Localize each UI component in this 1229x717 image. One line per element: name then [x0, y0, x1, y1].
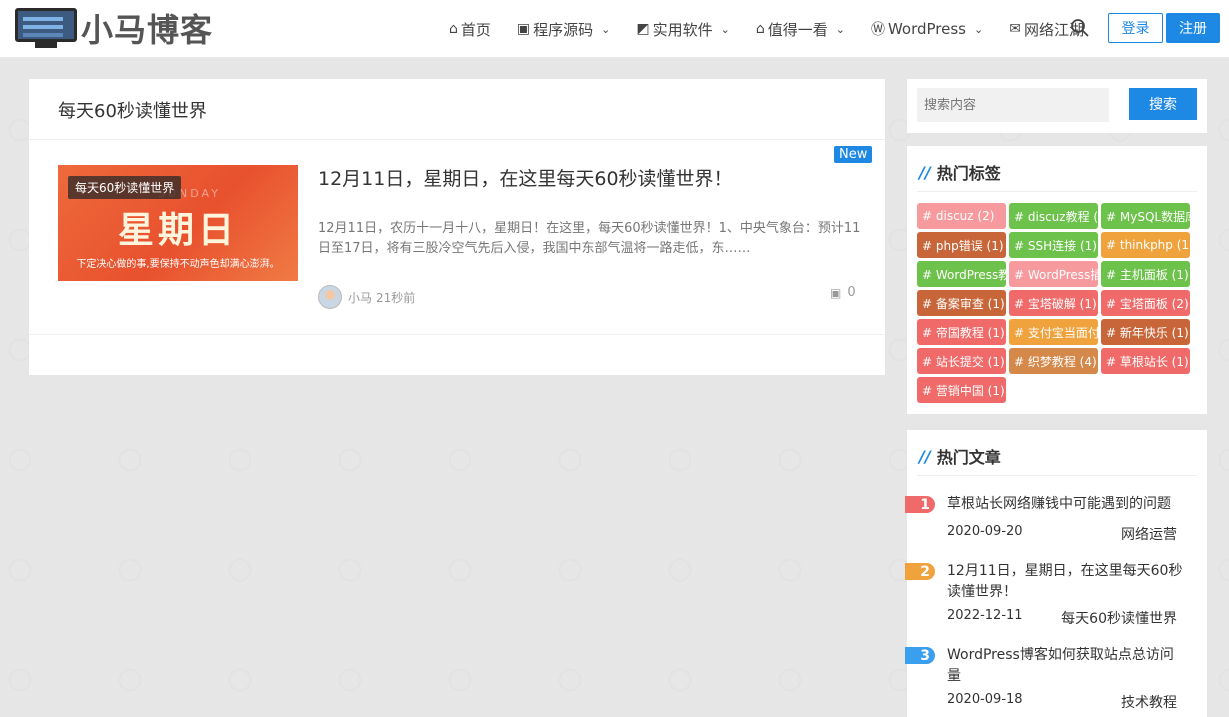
app-icon: ◩ [636, 21, 650, 37]
hot-article-title[interactable]: 12月11日，星期日，在这里每天60秒读懂世界！ [947, 561, 1187, 603]
post-card: New SUNDAY 星期日 下定决心做的事,要保持不动声色却满心澎湃。 每天6… [29, 140, 885, 335]
chevron-down-icon: ⌄ [835, 22, 845, 36]
tag-item[interactable]: # WordPress插件 (1) [1009, 261, 1098, 287]
main-nav: ⌂ 首页 ▣ 程序源码 ⌄ ◩ 实用软件 ⌄ ⌂ 值得一看 ⌄ Ⓦ WordPr… [449, 0, 1110, 58]
chevron-down-icon: ⌄ [601, 22, 611, 36]
nav-label: 程序源码 [533, 20, 594, 39]
tag-cloud: # discuz (2)# discuz教程 (1)# MySQL数据库 (1)… [917, 203, 1207, 406]
tag-item[interactable]: # 主机面板 (1) [1101, 261, 1190, 287]
widget-title-text: 热门标签 [936, 164, 1001, 183]
new-badge: New [834, 146, 873, 163]
tag-item[interactable]: # 织梦教程 (4) [1009, 348, 1098, 374]
slash-decoration: // [919, 446, 931, 466]
building-icon: ⌂ [755, 21, 765, 37]
comment-count[interactable]: ▣ 0 [830, 285, 856, 300]
widget-title-text: 热门文章 [936, 448, 1001, 467]
tag-item[interactable]: # MySQL数据库 (1) [1101, 203, 1190, 229]
tag-item[interactable]: # 宝塔面板 (2) [1101, 290, 1190, 316]
tag-item[interactable]: # 备案审查 (1) [917, 290, 1006, 316]
hot-tags-widget: // 热门标签 # discuz (2)# discuz教程 (1)# MySQ… [907, 146, 1207, 414]
tag-item[interactable]: # SSH连接 (1) [1009, 232, 1098, 258]
register-button[interactable]: 注册 [1166, 13, 1220, 43]
nav-item-home[interactable]: ⌂ 首页 [449, 19, 491, 40]
comment-icon: ▣ [830, 285, 842, 300]
hot-article-category[interactable]: 每天60秒读懂世界 [1061, 608, 1177, 628]
widget-title: // 热门标签 [919, 160, 1001, 184]
nav-item-worth-seeing[interactable]: ⌂ 值得一看 ⌄ [756, 19, 845, 40]
page-title: 每天60秒读懂世界 [58, 101, 207, 122]
rank-badge: 2 [905, 563, 935, 580]
tag-item[interactable]: # thinkphp (1) [1101, 232, 1190, 258]
monitor-logo-icon [15, 8, 77, 48]
thumbnail-headline: 星期日 [117, 210, 238, 251]
chevron-down-icon: ⌄ [974, 22, 984, 36]
hot-article-date: 2022-12-11 [947, 608, 1023, 623]
tag-item[interactable]: # discuz (2) [917, 203, 1006, 229]
hot-articles-widget: // 热门文章 1 草根站长网络赚钱中可能遇到的问题 2020-09-20 网络… [905, 430, 1207, 717]
divider [917, 475, 1197, 476]
nav-item-source-code[interactable]: ▣ 程序源码 ⌄ [517, 19, 610, 40]
logo-text: 小马博客 [81, 11, 214, 49]
hot-article-date: 2020-09-18 [947, 692, 1023, 707]
chevron-down-icon: ⌄ [720, 22, 730, 36]
tag-item[interactable]: # 营销中国 (1) [917, 377, 1006, 403]
post-meta: 小马 21秒前 [318, 285, 415, 309]
tag-item[interactable]: # 支付宝当面付 (1) [1009, 319, 1098, 345]
rank-badge: 3 [905, 647, 935, 664]
hot-article-title[interactable]: 草根站长网络赚钱中可能遇到的问题 [947, 494, 1187, 515]
hot-article-category[interactable]: 网络运营 [1121, 524, 1177, 544]
nav-item-software[interactable]: ◩ 实用软件 ⌄ [636, 19, 729, 40]
comment-count-value: 0 [847, 285, 856, 300]
nav-item-wordpress[interactable]: Ⓦ WordPress ⌄ [871, 19, 983, 39]
wechat-icon: ✉ [1009, 21, 1021, 37]
tag-item[interactable]: # 草根站长 (1) [1101, 348, 1190, 374]
search-icon[interactable] [1070, 18, 1090, 38]
slash-decoration: // [919, 162, 931, 182]
login-button[interactable]: 登录 [1108, 13, 1163, 43]
nav-label: 首页 [460, 20, 491, 39]
hot-article-category[interactable]: 技术教程 [1121, 692, 1177, 712]
search-input[interactable] [917, 88, 1109, 122]
nav-label: 值得一看 [767, 20, 828, 39]
search-button[interactable]: 搜索 [1129, 88, 1197, 120]
wordpress-icon: Ⓦ [870, 22, 885, 38]
author-name[interactable]: 小马 [348, 289, 372, 306]
site-header: 小马博客 ⌂ 首页 ▣ 程序源码 ⌄ ◩ 实用软件 ⌄ ⌂ 值得一看 ⌄ Ⓦ W… [0, 0, 1229, 58]
home-icon: ⌂ [449, 21, 458, 37]
main-content: 每天60秒读懂世界 New SUNDAY 星期日 下定决心做的事,要保持不动声色… [29, 79, 885, 375]
tag-item[interactable]: # WordPress教程 (1) [917, 261, 1006, 287]
nav-label: WordPress [887, 20, 967, 38]
hot-article-date: 2020-09-20 [947, 524, 1023, 539]
tag-item[interactable]: # php错误 (1) [917, 232, 1006, 258]
site-logo[interactable]: 小马博客 [15, 6, 213, 50]
divider [917, 191, 1197, 192]
post-excerpt: 12月11日，农历十一月十八，星期日！在这里，每天60秒读懂世界！1、中央气象台… [318, 221, 861, 256]
tag-item[interactable]: # discuz教程 (1) [1009, 203, 1098, 229]
widget-title: // 热门文章 [919, 444, 1001, 468]
rank-badge: 1 [905, 496, 935, 513]
tag-item[interactable]: # 新年快乐 (1) [1101, 319, 1190, 345]
category-tag[interactable]: 每天60秒读懂世界 [68, 176, 182, 199]
sidebar-search: 搜索 [907, 79, 1207, 133]
thumbnail-caption: 下定决心做的事,要保持不动声色却满心澎湃。 [76, 259, 280, 270]
post-time: 21秒前 [376, 290, 416, 305]
post-title[interactable]: 12月11日，星期日，在这里每天60秒读懂世界！ [318, 164, 733, 191]
hot-article-title[interactable]: WordPress博客如何获取站点总访问量 [947, 645, 1187, 687]
tag-item[interactable]: # 宝塔破解 (1) [1009, 290, 1098, 316]
code-icon: ▣ [516, 21, 531, 37]
tag-item[interactable]: # 站长提交 (1) [917, 348, 1006, 374]
nav-label: 实用软件 [652, 20, 713, 39]
tag-item[interactable]: # 帝国教程 (1) [917, 319, 1006, 345]
avatar[interactable] [318, 285, 342, 309]
